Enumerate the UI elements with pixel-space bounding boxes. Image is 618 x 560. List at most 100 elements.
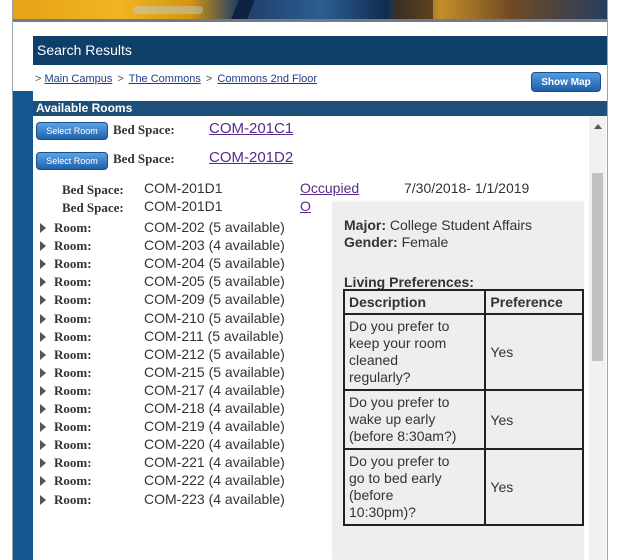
vertical-scrollbar[interactable] — [589, 116, 606, 560]
room-value: COM-215 (5 available) — [144, 363, 285, 380]
room-row[interactable]: Room: COM-221 (4 available) — [33, 454, 333, 472]
living-preferences-table: Description Preference Do you prefer to k… — [342, 289, 584, 526]
room-row[interactable]: Room: COM-204 (5 available) — [33, 255, 333, 273]
scroll-up-arrow-icon[interactable] — [594, 124, 602, 129]
room-label: Room: — [54, 382, 92, 398]
room-row[interactable]: Room: COM-212 (5 available) — [33, 346, 333, 364]
description-line: regularly? — [349, 369, 411, 385]
room-row[interactable]: Room: COM-203 (4 available) — [33, 237, 333, 255]
breadcrumb-prefix: > — [35, 73, 42, 85]
expand-triangle-icon[interactable] — [40, 385, 46, 396]
room-value: COM-221 (4 available) — [144, 454, 285, 471]
breadcrumb-separator: > — [117, 73, 124, 85]
room-row[interactable]: Room: COM-220 (4 available) — [33, 436, 333, 454]
description-line: wake up early — [349, 411, 436, 427]
room-row[interactable]: Room: COM-223 (4 available) — [33, 491, 333, 509]
room-row[interactable]: Room: COM-202 (5 available) — [33, 219, 333, 237]
description-line: Do you prefer to — [349, 453, 450, 469]
major-label: Major: — [344, 217, 386, 233]
room-label: Room: — [54, 256, 92, 272]
show-map-button[interactable]: Show Map — [531, 72, 601, 92]
occupant-info-tooltip: Major: College Student Affairs Gender: F… — [334, 202, 584, 560]
room-label: Room: — [54, 220, 92, 235]
breadcrumb-separator: > — [205, 73, 213, 85]
room-value: COM-203 (4 available) — [144, 237, 285, 254]
expand-triangle-icon[interactable] — [40, 404, 46, 414]
room-label: Room: — [54, 328, 92, 344]
search-results-header: Search Results — [33, 36, 607, 65]
expand-triangle-icon[interactable] — [40, 223, 46, 233]
table-row: Do you prefer to go to bed early (before 10… — [342, 448, 584, 526]
room-value: COM-211 (5 available) — [144, 327, 284, 344]
table-header-row: Description Preference — [342, 289, 584, 315]
expand-triangle-icon[interactable] — [40, 349, 46, 360]
expand-triangle-icon[interactable] — [40, 367, 46, 378]
room-row[interactable]: Room: COM-215 (5 available) — [33, 364, 333, 382]
room-label: Room: — [54, 491, 92, 507]
preference-value: Yes — [484, 389, 584, 450]
expand-triangle-icon[interactable] — [40, 494, 46, 505]
description-line: go to bed early — [349, 470, 442, 486]
room-value: COM-219 (4 available) — [144, 418, 285, 435]
scrollbar-thumb[interactable] — [592, 173, 603, 361]
room-row[interactable]: Room: COM-209 (5 available) — [33, 291, 333, 309]
room-row[interactable]: Room: COM-222 (4 available) — [33, 472, 333, 490]
expand-triangle-icon[interactable] — [40, 331, 46, 342]
description-line: Do you prefer to — [349, 394, 450, 410]
description-line: 10:30pm)? — [349, 504, 416, 520]
page-frame: Search Results > Main Campus > The Commo… — [12, 0, 608, 560]
left-accent-bar — [13, 91, 33, 560]
occupied-dates: 7/30/2018- 1/1/2019 — [404, 180, 530, 196]
gender-label: Gender: — [344, 234, 398, 250]
expand-triangle-icon[interactable] — [40, 458, 46, 469]
room-row[interactable]: Room: COM-210 (5 available) — [33, 310, 333, 328]
column-header-preference: Preference — [484, 289, 584, 315]
expand-triangle-icon[interactable] — [40, 277, 46, 288]
select-room-button[interactable]: Select Room — [36, 122, 108, 140]
select-room-button[interactable]: Select Room — [36, 152, 108, 170]
bed-space-link-com-201c1[interactable]: COM-201C1 — [209, 120, 293, 137]
room-row[interactable]: Room: COM-218 (4 available) — [33, 400, 333, 418]
expand-triangle-icon[interactable] — [40, 259, 46, 270]
bed-space-link-com-201d2[interactable]: COM-201D2 — [209, 149, 293, 166]
major-value: College Student Affairs — [389, 217, 533, 233]
living-preferences-body: Do you prefer to keep your room cleaned reg… — [342, 313, 584, 526]
description-line: (before — [349, 487, 394, 503]
description-line: keep your room — [349, 335, 447, 351]
banner-strip — [13, 19, 607, 22]
occupied-link[interactable]: O — [300, 198, 311, 214]
occupied-link[interactable]: Occupied — [300, 180, 359, 196]
preference-value: Yes — [484, 448, 584, 526]
expand-triangle-icon[interactable] — [40, 440, 46, 451]
room-row[interactable]: Room: COM-205 (5 available) — [33, 273, 333, 291]
bed-space-label: Bed Space: — [113, 151, 175, 166]
description-line: cleaned — [349, 352, 399, 368]
expand-triangle-icon[interactable] — [40, 313, 46, 324]
room-row[interactable]: Room: COM-219 (4 available) — [33, 418, 333, 436]
expand-triangle-icon[interactable] — [40, 476, 46, 487]
table-row: Do you prefer to wake up early (before 8:3… — [342, 389, 584, 450]
expand-triangle-icon[interactable] — [40, 241, 46, 252]
banner-shadow — [393, 0, 433, 19]
expand-triangle-icon[interactable] — [40, 295, 46, 306]
expand-triangle-icon[interactable] — [40, 422, 46, 433]
preference-description: Do you prefer to wake up early (before 8:3… — [342, 389, 487, 450]
banner-highlight — [133, 6, 203, 14]
breadcrumb-link-commons-2nd-floor[interactable]: Commons 2nd Floor — [217, 73, 317, 85]
breadcrumb-link-the-commons[interactable]: The Commons — [129, 73, 201, 85]
room-row[interactable]: Room: COM-211 (5 available) — [33, 328, 333, 346]
breadcrumb-link-main-campus[interactable]: Main Campus — [45, 73, 113, 85]
room-row[interactable]: Room: COM-217 (4 available) — [33, 382, 333, 400]
room-label: Room: — [54, 419, 92, 435]
room-value: COM-223 (4 available) — [144, 490, 285, 507]
description-line: Do you prefer to — [349, 318, 450, 334]
room-label: Room: — [54, 455, 92, 471]
banner-shape — [231, 0, 255, 19]
header-banner-image — [13, 0, 607, 22]
room-label: Room: — [54, 346, 92, 362]
room-value: COM-212 (5 available) — [144, 345, 285, 362]
room-value: COM-204 (5 available) — [144, 255, 285, 272]
major-line: Major: College Student Affairs — [344, 217, 532, 233]
room-label: Room: — [54, 364, 92, 380]
description-line: (before 8:30am?) — [349, 428, 457, 444]
